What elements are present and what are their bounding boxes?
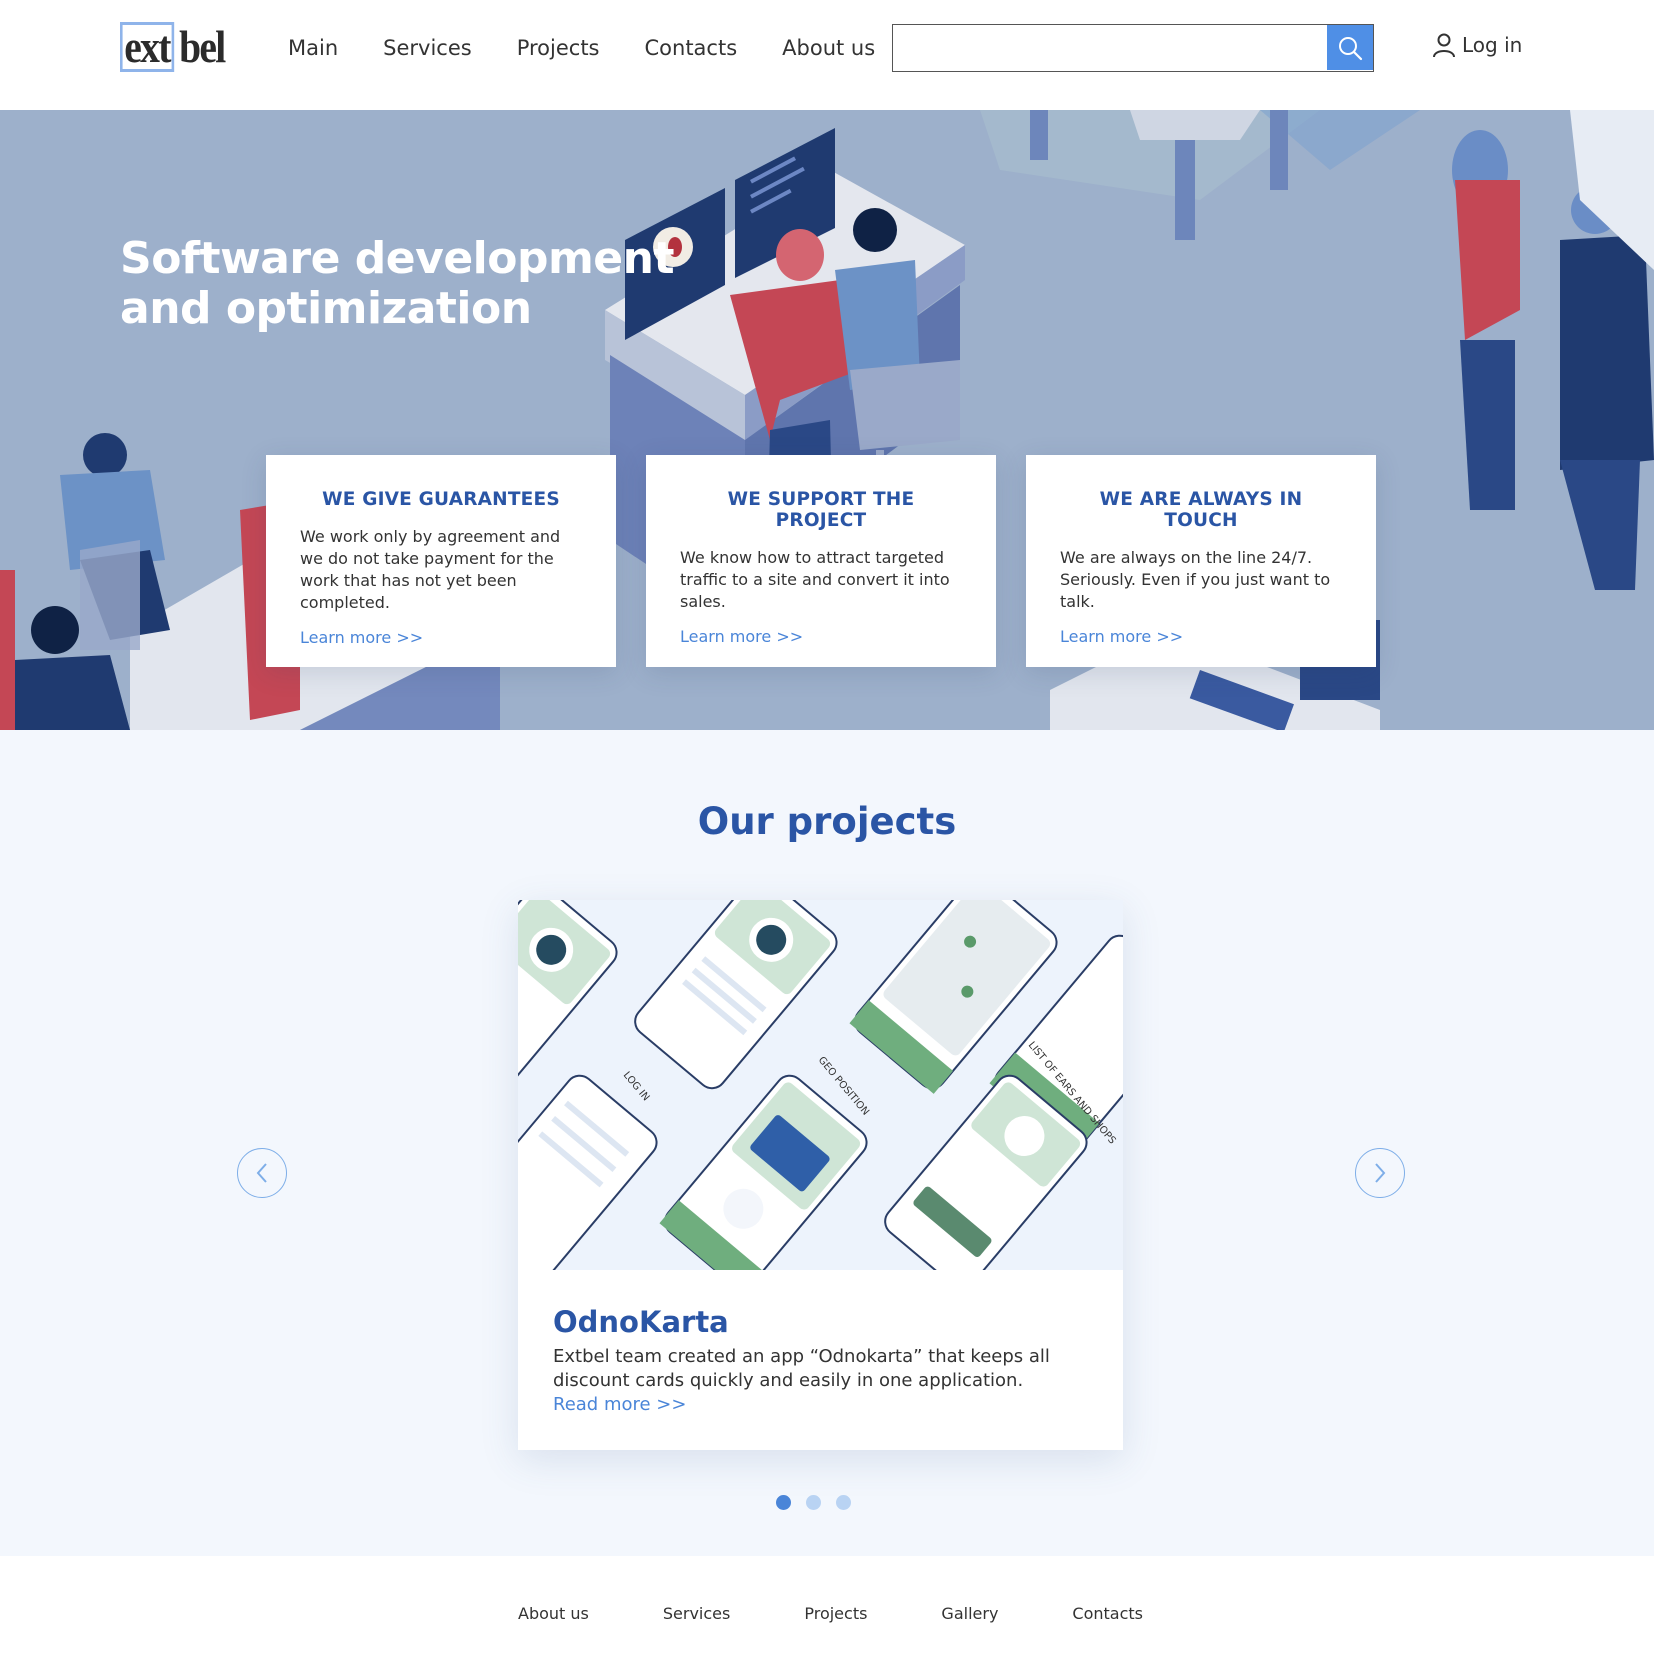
search-box — [892, 24, 1374, 72]
hero-section: Software development and optimization WE… — [0, 110, 1654, 730]
login-label: Log in — [1462, 33, 1523, 57]
feature-card-title: WE ARE ALWAYS IN TOUCH — [1099, 489, 1303, 531]
project-image: LOG IN GEO POSITION LIST OF EARS AND SHO… — [518, 900, 1123, 1270]
feature-card-guarantees: WE GIVE GUARANTEES We work only by agree… — [266, 455, 616, 667]
feature-card-support: WE SUPPORT THE PROJECT We know how to at… — [646, 455, 996, 667]
feature-card-title: WE GIVE GUARANTEES — [322, 489, 560, 510]
logo-part-ext: ext — [120, 22, 174, 72]
project-card[interactable]: LOG IN GEO POSITION LIST OF EARS AND SHO… — [518, 900, 1123, 1450]
chevron-right-icon — [1375, 1163, 1386, 1183]
search-button[interactable] — [1327, 25, 1373, 70]
nav-item-projects[interactable]: Projects — [517, 30, 600, 66]
footer-link-projects[interactable]: Projects — [804, 1604, 867, 1623]
feature-card-title: WE SUPPORT THE PROJECT — [727, 489, 915, 531]
search-icon — [1339, 36, 1363, 60]
site-header: ext bel Main Services Projects Contacts … — [0, 0, 1654, 110]
footer-link-services[interactable]: Services — [663, 1604, 730, 1623]
learn-more-link[interactable]: Learn more >> — [680, 627, 962, 646]
page: ext bel Main Services Projects Contacts … — [0, 0, 1654, 1654]
site-footer: About us Services Projects Gallery Conta… — [0, 1556, 1654, 1654]
project-body: OdnoKarta Extbel team created an app “Od… — [553, 1305, 1093, 1417]
footer-nav: About us Services Projects Gallery Conta… — [518, 1604, 1143, 1623]
logo-part-bel: bel — [179, 21, 226, 72]
main-nav: Main Services Projects Contacts About us — [288, 30, 875, 66]
carousel-prev-button[interactable] — [237, 1148, 287, 1198]
learn-more-link[interactable]: Learn more >> — [300, 628, 582, 647]
user-icon — [1433, 33, 1455, 58]
footer-link-contacts[interactable]: Contacts — [1072, 1604, 1143, 1623]
projects-section: Our projects LOG IN GEO POSITION LIST OF… — [0, 730, 1654, 1556]
project-description: Extbel team created an app “Odnokarta” t… — [553, 1346, 1050, 1391]
hero-title: Software development and optimization — [120, 233, 675, 334]
feature-card-text: We are always on the line 24/7. Seriousl… — [1060, 548, 1331, 611]
carousel-dot-2[interactable] — [806, 1495, 821, 1510]
footer-link-gallery[interactable]: Gallery — [941, 1604, 998, 1623]
carousel-dot-3[interactable] — [836, 1495, 851, 1510]
nav-item-services[interactable]: Services — [383, 30, 472, 66]
login-link[interactable]: Log in — [1432, 32, 1522, 58]
nav-item-main[interactable]: Main — [288, 30, 338, 66]
search-input[interactable] — [893, 25, 1327, 70]
read-more-link[interactable]: Read more >> — [553, 1393, 1093, 1417]
logo[interactable]: ext bel — [120, 21, 226, 72]
carousel-dot-1[interactable] — [776, 1495, 791, 1510]
feature-card-touch: WE ARE ALWAYS IN TOUCH We are always on … — [1026, 455, 1376, 667]
feature-card-text: We work only by agreement and we do not … — [300, 527, 561, 612]
footer-link-about-us[interactable]: About us — [518, 1604, 589, 1623]
carousel-next-button[interactable] — [1355, 1148, 1405, 1198]
feature-card-text: We know how to attract targeted traffic … — [680, 548, 950, 611]
project-title: OdnoKarta — [553, 1305, 729, 1339]
nav-item-contacts[interactable]: Contacts — [645, 30, 738, 66]
learn-more-link[interactable]: Learn more >> — [1060, 627, 1342, 646]
chevron-left-icon — [256, 1163, 267, 1183]
app-mockup-illustration: LOG IN GEO POSITION LIST OF EARS AND SHO… — [518, 900, 1123, 1270]
nav-item-about-us[interactable]: About us — [782, 30, 875, 66]
projects-title: Our projects — [697, 800, 957, 843]
carousel-dots — [776, 1495, 851, 1510]
